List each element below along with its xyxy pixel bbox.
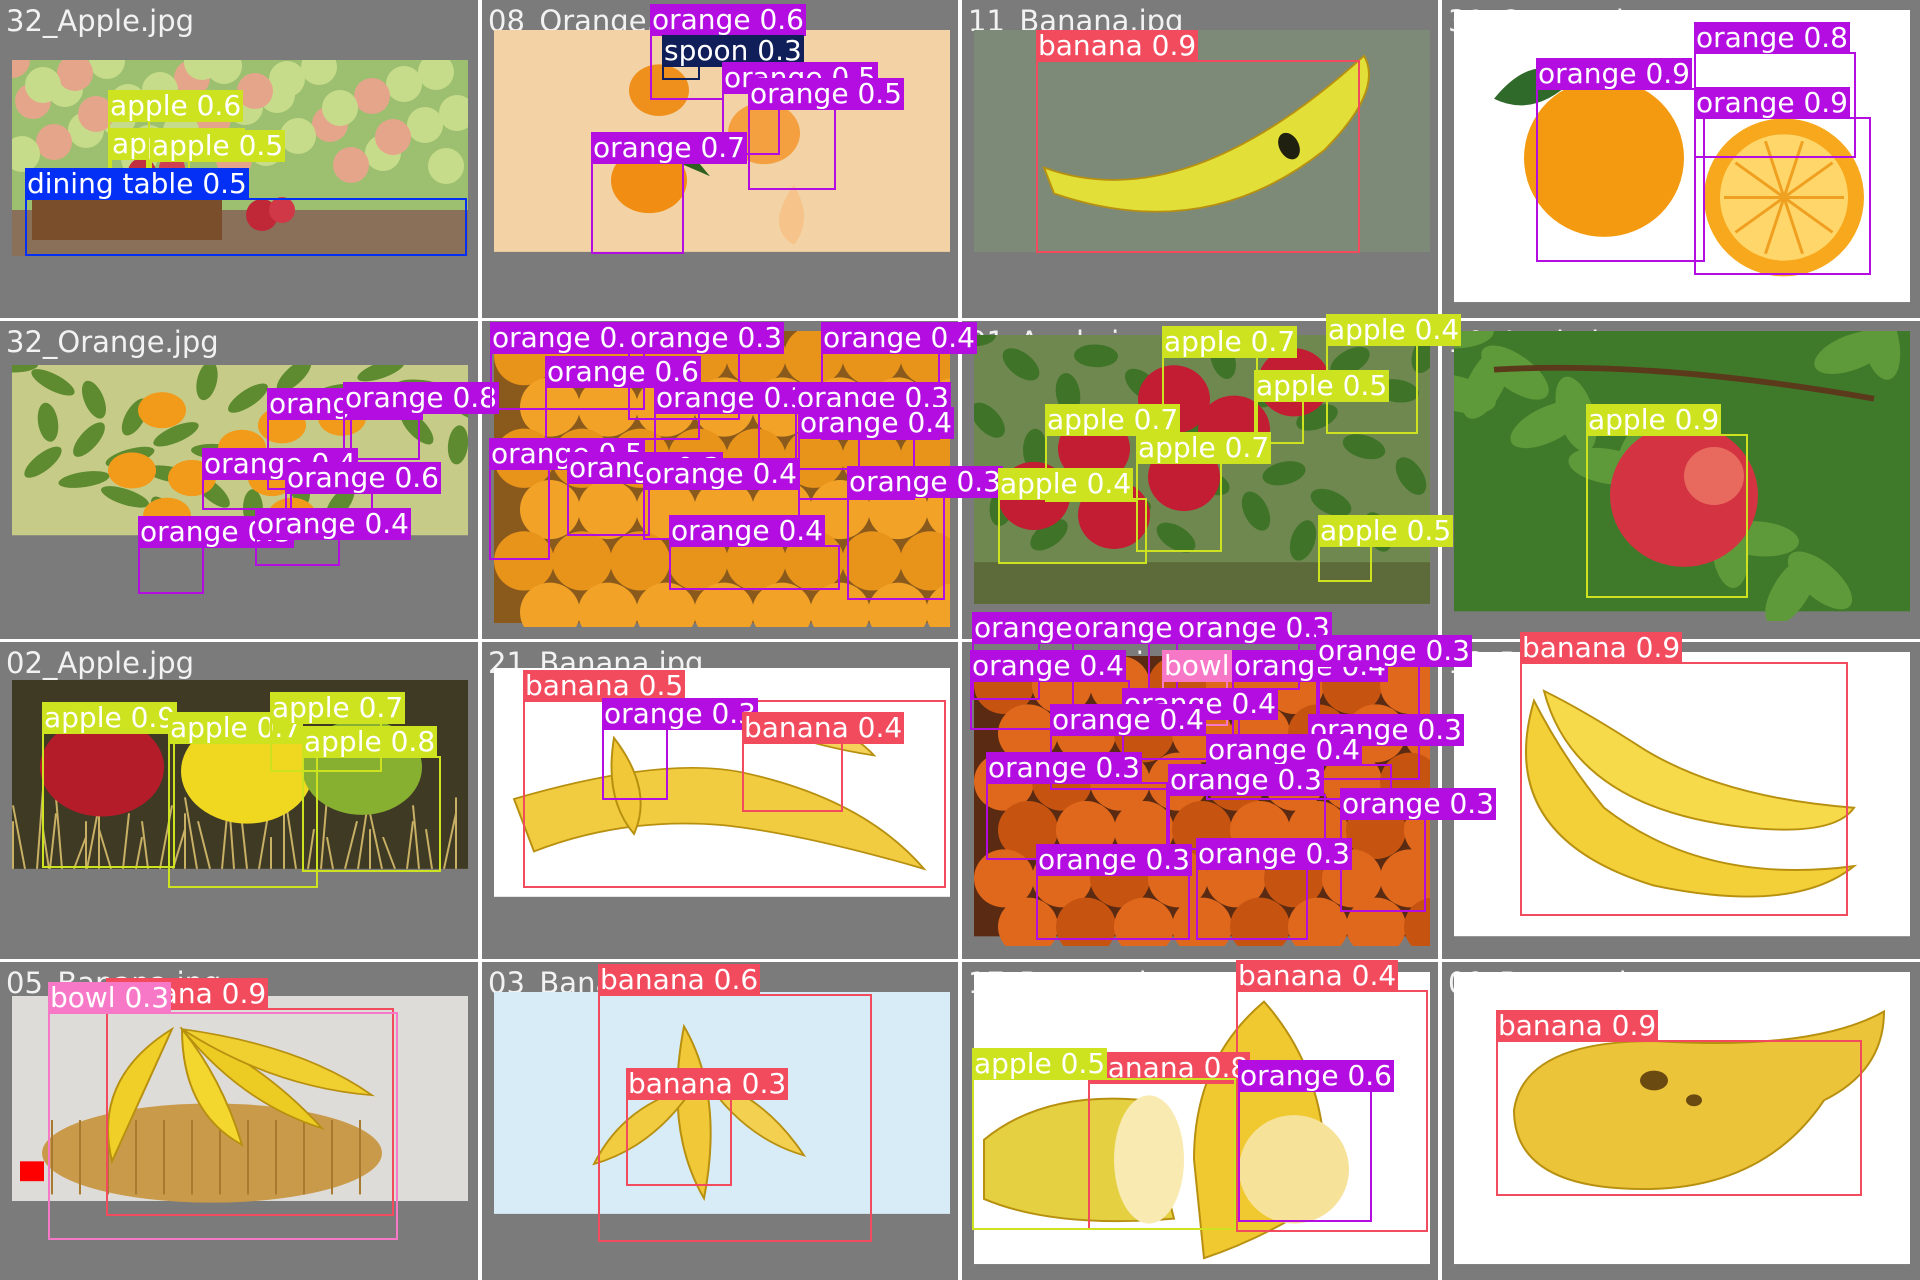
detection-box-orange: orange 0.9 [1536,58,1705,262]
detection-label: orange 0.3 [1316,634,1472,667]
detection-box-dining-table: dining table 0.5 [25,168,467,256]
detection-label: apple 0.7 [1162,325,1298,358]
detection-label: orange 0.9 [1536,57,1692,90]
detection-box-orange: orange 0.6 [1238,1060,1394,1222]
detection-box-orange: orange 0.3 [602,698,758,800]
detection-label: apple 0.9 [42,701,178,734]
detection-label: orange 0.6 [1238,1059,1394,1092]
detection-box-orange: orange 0.4 [202,448,358,510]
detection-box-apple: apple 0.9 [1586,404,1748,598]
detection-label: banana 0.4 [1236,959,1399,992]
detection-label: orange 0.8 [1694,21,1850,54]
detection-label: dining table 0.5 [25,167,249,200]
detection-label: orange 0.6 [650,3,806,36]
detection-label: apple 0.7 [270,691,406,724]
detection-label: apple 0.5 [1254,369,1390,402]
detection-box-orange: orange 0.3 [1036,844,1192,940]
detection-label: orange 0.3 [847,465,1003,498]
tile-filename: 32_Orange.jpg [6,325,219,359]
detection-label: banana 0.3 [626,1067,789,1100]
detection-box-banana: banana 0.9 [1496,1010,1862,1196]
detection-box-apple: apple 0.5 [1318,515,1454,582]
detection-box-orange: orange 0.5 [748,78,904,190]
detection-box-apple: apple 0.7 [1136,432,1272,552]
detection-label: orange 0.4 [669,514,825,547]
detection-label: orange 0.3 [986,751,1142,784]
detection-label: orange 0.9 [1694,86,1850,119]
detection-label: apple 0.5 [1318,514,1454,547]
detection-box-orange: orange 0.3 [847,466,1003,600]
detection-label: apple 0.9 [1586,403,1722,436]
detection-label: orange 0.4 [970,649,1126,682]
detection-label: banana 0.9 [1036,29,1199,62]
detection-label: orange 0.8 [343,381,499,414]
detection-box-spoon: spoon 0.3 [662,35,804,80]
detection-box-orange: orange 0.4 [669,515,840,590]
detection-label: orange 0.4 [1050,703,1206,736]
detection-box-apple: apple 0.9 [42,702,178,868]
detection-label: apple 0.5 [972,1047,1108,1080]
detection-box-orange: orange 0.7 [591,132,747,254]
detection-label: orange 0.3 [1168,763,1324,796]
detection-label: orange 0.7 [591,131,747,164]
detection-label: orange 0.3 [490,321,646,354]
detection-label: orange 0.3 [1340,787,1496,820]
detection-label: orange 0.3 [1176,611,1332,644]
detection-label: bowl 0.3 [48,981,172,1014]
detection-label: banana 0.9 [1520,631,1683,664]
tile-filename: 32_Apple.jpg [6,4,195,38]
detection-label: orange 0.4 [821,321,977,354]
detection-label: apple 0.4 [998,467,1134,500]
detection-box-banana: banana 0.3 [626,1068,789,1186]
detection-label: banana 0.9 [1496,1009,1659,1042]
detection-label: apple 0.6 [108,89,244,122]
detection-label: orange 0.4 [798,406,954,439]
detection-label: orange 0.4 [1206,733,1362,766]
detection-label: orange 0.3 [628,321,784,354]
detection-box-apple: apple 0.5 [972,1048,1236,1230]
detection-box-orange: orange 0.9 [1694,87,1871,275]
detection-label: banana 0.6 [598,963,761,996]
detection-box-orange: orange 0.4 [255,508,411,566]
detection-box-bowl: bowl 0.3 [48,982,398,1240]
detection-label: apple 0.4 [1326,313,1462,346]
detection-label: apple 0.5 [150,129,286,162]
prediction-grid: 32_Apple.jpg08_Orange.jpg11_Banana.jpg31… [0,0,1920,1280]
detection-box-banana: banana 0.9 [1520,632,1848,916]
detection-label: apple 0.7 [1136,431,1272,464]
detection-box-orange: orange 0.5 [489,438,645,560]
detection-label: orange 0.3 [654,381,810,414]
detection-box-orange: orange 0.3 [1340,788,1496,912]
detection-box-orange: orange 0.3 [1316,635,1472,720]
detection-label: orange 0.6 [285,461,441,494]
detection-label: orange 0.3 [1196,837,1352,870]
tile-filename: 02_Apple.jpg [6,646,195,680]
detection-label: orange 0.4 [255,507,411,540]
detection-label: orange 0.3 [602,697,758,730]
detection-label: orange 0.3 [1036,843,1192,876]
detection-box-banana: banana 0.4 [742,712,905,812]
detection-box-orange: orange 0.3 [1196,838,1352,940]
detection-box-banana: banana 0.9 [1036,30,1360,253]
detection-box-apple: apple 0.8 [302,726,441,872]
detection-box-orange: orange 0.3 [567,452,723,536]
detection-label: apple 0.8 [302,725,438,758]
detection-label: banana 0.4 [742,711,905,744]
detection-label: orange 0.4 [643,457,799,490]
detection-label: orange 0.5 [748,77,904,110]
detection-box-orange: orange 0.3 [138,516,294,594]
detection-box-apple: apple 0.4 [998,468,1147,564]
